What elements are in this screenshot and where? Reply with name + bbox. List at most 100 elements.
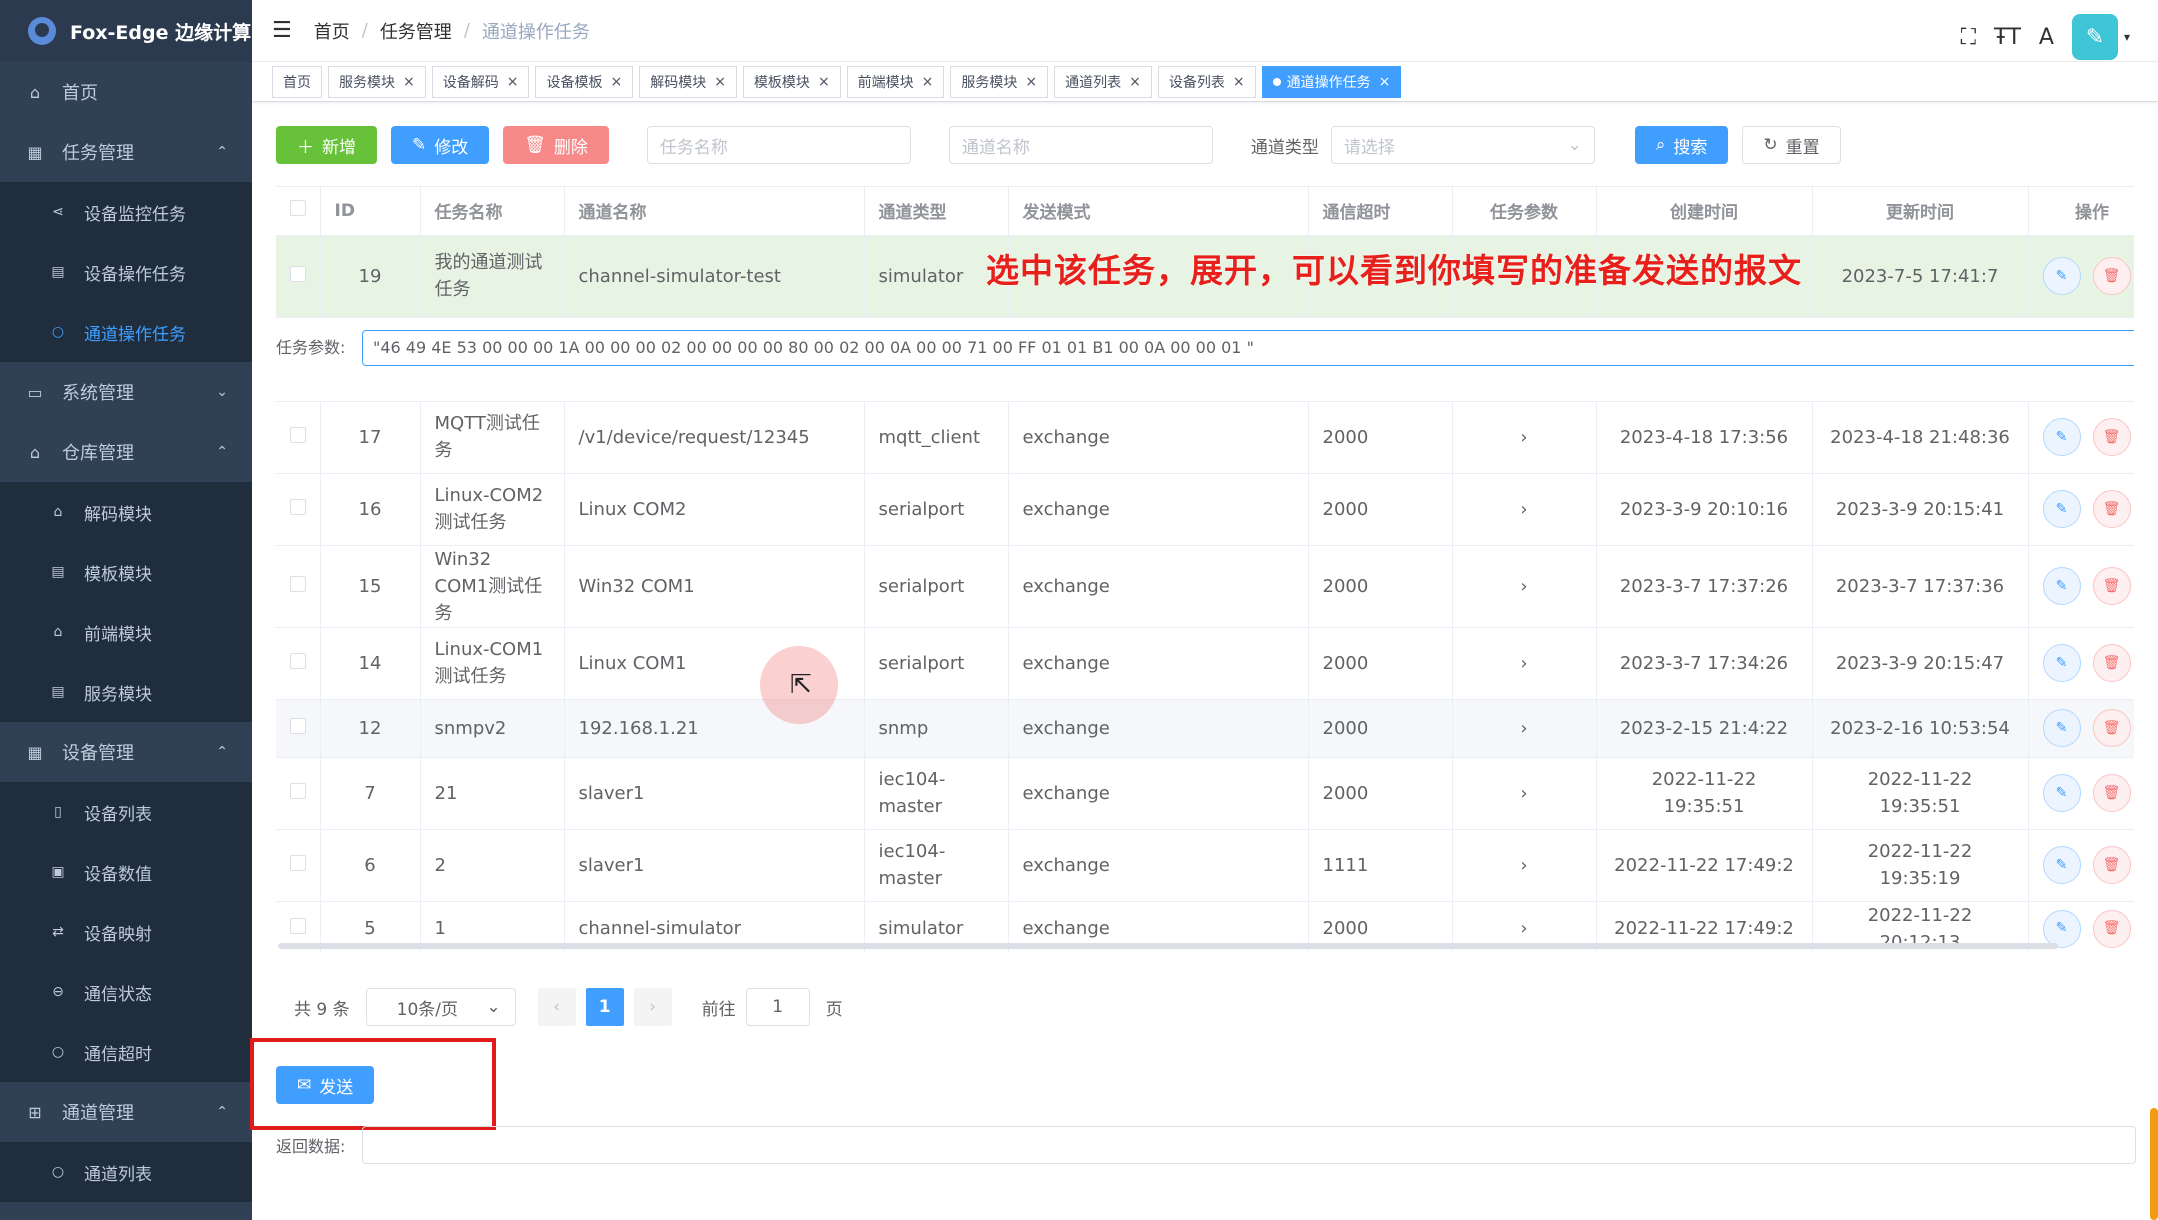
table-row[interactable]: 7 21 slaver1 iec104-master exchange 2000 › 2022…	[276, 757, 2134, 830]
delete-row-button[interactable]: 🗑	[2092, 774, 2131, 812]
tag-item[interactable]: 设备解码 ×	[431, 65, 530, 98]
sidebar-item-channel-operate-task[interactable]: ○ 通道操作任务	[0, 302, 252, 362]
horizontal-scrollbar[interactable]	[278, 943, 2058, 949]
reset-button[interactable]: ↻ 重置	[1742, 126, 1841, 164]
breadcrumb-home[interactable]: 首页	[314, 18, 350, 44]
close-icon[interactable]: ×	[610, 74, 622, 90]
search-button[interactable]: ⌕ 搜索	[1634, 126, 1729, 164]
close-icon[interactable]: ×	[1025, 74, 1037, 90]
table-row[interactable]: 6 2 slaver1 iec104-master exchange 1111 › 2022-…	[276, 829, 2134, 902]
tag-item[interactable]: 模板模块 ×	[742, 65, 841, 98]
hamburger-icon[interactable]: ☰	[272, 18, 292, 43]
tag-item[interactable]: 解码模块 ×	[639, 65, 737, 98]
close-icon[interactable]: ×	[507, 74, 519, 90]
table-row[interactable]: 14 Linux-COM1测试任务 Linux COM1 serialport exch…	[276, 627, 2134, 700]
send-button[interactable]: ✉ 发送	[276, 1066, 375, 1104]
page-size-select[interactable]: 10条/页 ⌄	[365, 988, 516, 1026]
table-row[interactable]: 15 Win32 COM1测试任务 Win32 COM1 serialport exch…	[276, 545, 2134, 628]
sidebar-item-channel-list[interactable]: ○ 通道列表	[0, 1142, 252, 1202]
channel-name-input[interactable]: 通道名称	[948, 126, 1213, 164]
edit-row-button[interactable]: ✎	[2042, 909, 2081, 948]
select-checkbox[interactable]	[276, 627, 321, 700]
delete-row-button[interactable]: 🗑	[2092, 418, 2131, 456]
caret-down-icon[interactable]: ▾	[2124, 30, 2130, 44]
delete-row-button[interactable]: 🗑	[2092, 709, 2131, 747]
sidebar-item-device-values[interactable]: ▣ 设备数值	[0, 842, 252, 902]
fullscreen-icon[interactable]: ⛶	[1961, 25, 1976, 50]
select-checkbox[interactable]	[276, 401, 321, 474]
sidebar-item-template-module[interactable]: ▤ 模板模块	[0, 542, 252, 602]
tag-item[interactable]: 设备模板 ×	[535, 65, 634, 98]
task-param-input[interactable]: "46 49 4E 53 00 00 00 1A 00 00 00 02 00 …	[362, 329, 2134, 366]
goto-page-input[interactable]: 1	[745, 988, 810, 1026]
select-checkbox[interactable]	[276, 699, 321, 758]
close-icon[interactable]: ×	[403, 74, 415, 90]
close-icon[interactable]: ×	[818, 74, 830, 90]
page-number-current[interactable]: 1	[585, 988, 624, 1026]
sidebar-item-service-module[interactable]: ▤ 服务模块	[0, 662, 252, 722]
response-textarea[interactable]	[362, 1126, 2136, 1164]
delete-row-button[interactable]: 🗑	[2092, 567, 2131, 605]
sidebar-group-repo[interactable]: ⌂ 仓库管理 ⌃	[0, 422, 252, 482]
edit-row-button[interactable]: ✎	[2042, 567, 2081, 605]
delete-button[interactable]: 🗑 删除	[503, 126, 609, 164]
sidebar-item-decoder-module[interactable]: ⌂ 解码模块	[0, 482, 252, 542]
next-page-button[interactable]: ›	[633, 988, 672, 1026]
close-icon[interactable]: ×	[1379, 74, 1391, 90]
tag-active[interactable]: 通道操作任务 ×	[1261, 65, 1402, 98]
edit-row-button[interactable]: ✎	[2042, 709, 2081, 747]
task-name-input[interactable]: 任务名称	[646, 126, 911, 164]
tag-item[interactable]: 服务模块 ×	[328, 65, 426, 98]
delete-row-button[interactable]: 🗑	[2092, 490, 2131, 528]
delete-row-button[interactable]: 🗑	[2092, 909, 2131, 948]
tag-item[interactable]: 服务模块 ×	[950, 65, 1049, 98]
sidebar-item-home[interactable]: ⌂ 首页	[0, 62, 252, 122]
page-scrollbar[interactable]	[2150, 1108, 2158, 1220]
sidebar-item-device-list[interactable]: ▯ 设备列表	[0, 782, 252, 842]
table-row[interactable]: 16 Linux-COM2测试任务 Linux COM2 serialport exch…	[276, 473, 2134, 546]
select-all-checkbox[interactable]	[276, 187, 321, 236]
edit-row-button[interactable]: ✎	[2042, 418, 2081, 456]
table-row[interactable]: 12 snmpv2 192.168.1.21 snmp exchange 2000 › 202…	[276, 699, 2134, 758]
channel-type-select[interactable]: 请选择 ⌄	[1330, 126, 1595, 164]
avatar[interactable]: ✎	[2071, 14, 2118, 60]
sidebar-item-comm-status[interactable]: ⊖ 通信状态	[0, 962, 252, 1022]
breadcrumb-task[interactable]: 任务管理	[380, 18, 452, 44]
sidebar-item-device-operate-task[interactable]: ▤ 设备操作任务	[0, 242, 252, 302]
sidebar-item-device-mapping[interactable]: ⇄ 设备映射	[0, 902, 252, 962]
sidebar-item-frontend-module[interactable]: ⌂ 前端模块	[0, 602, 252, 662]
tag-item[interactable]: 通道列表 ×	[1054, 65, 1152, 98]
sidebar-item-comm-timeout[interactable]: ○ 通信超时	[0, 1022, 252, 1082]
edit-row-button[interactable]: ✎	[2042, 490, 2081, 528]
tag-item[interactable]: 前端模块 ×	[846, 65, 945, 98]
close-icon[interactable]: ×	[714, 74, 726, 90]
edit-row-button[interactable]: ✎	[2042, 644, 2081, 682]
sidebar-item-device-monitor-task[interactable]: ⋖ 设备监控任务	[0, 182, 252, 242]
delete-row-button[interactable]: 🗑	[2092, 257, 2131, 295]
sidebar-group-system[interactable]: ▭ 系统管理 ⌄	[0, 362, 252, 422]
edit-row-button[interactable]: ✎	[2042, 846, 2081, 884]
edit-button[interactable]: ✎ 修改	[391, 126, 490, 164]
sidebar-group-device[interactable]: ▦ 设备管理 ⌃	[0, 722, 252, 782]
sidebar-group-channel[interactable]: ⊞ 通道管理 ⌃	[0, 1082, 252, 1142]
tag-item[interactable]: 设备列表 ×	[1157, 65, 1256, 98]
select-checkbox[interactable]	[276, 235, 321, 318]
select-checkbox[interactable]	[276, 473, 321, 546]
select-checkbox[interactable]	[276, 757, 321, 830]
prev-page-button[interactable]: ‹	[537, 988, 576, 1026]
close-icon[interactable]: ×	[1129, 74, 1141, 90]
app-logo[interactable]: Fox-Edge 边缘计算	[0, 0, 252, 62]
edit-row-button[interactable]: ✎	[2042, 257, 2081, 295]
tag-home[interactable]: 首页	[272, 65, 322, 98]
language-icon[interactable]: A	[2039, 25, 2054, 50]
close-icon[interactable]: ×	[922, 74, 934, 90]
delete-row-button[interactable]: 🗑	[2092, 846, 2131, 884]
close-icon[interactable]: ×	[1233, 74, 1245, 90]
delete-row-button[interactable]: 🗑	[2092, 644, 2131, 682]
font-size-icon[interactable]: ŦT	[1994, 25, 2021, 50]
select-checkbox[interactable]	[276, 829, 321, 902]
add-button[interactable]: ＋ 新增	[276, 126, 377, 164]
select-checkbox[interactable]	[276, 545, 321, 628]
edit-row-button[interactable]: ✎	[2042, 774, 2081, 812]
sidebar-group-task[interactable]: ▦ 任务管理 ⌃	[0, 122, 252, 182]
